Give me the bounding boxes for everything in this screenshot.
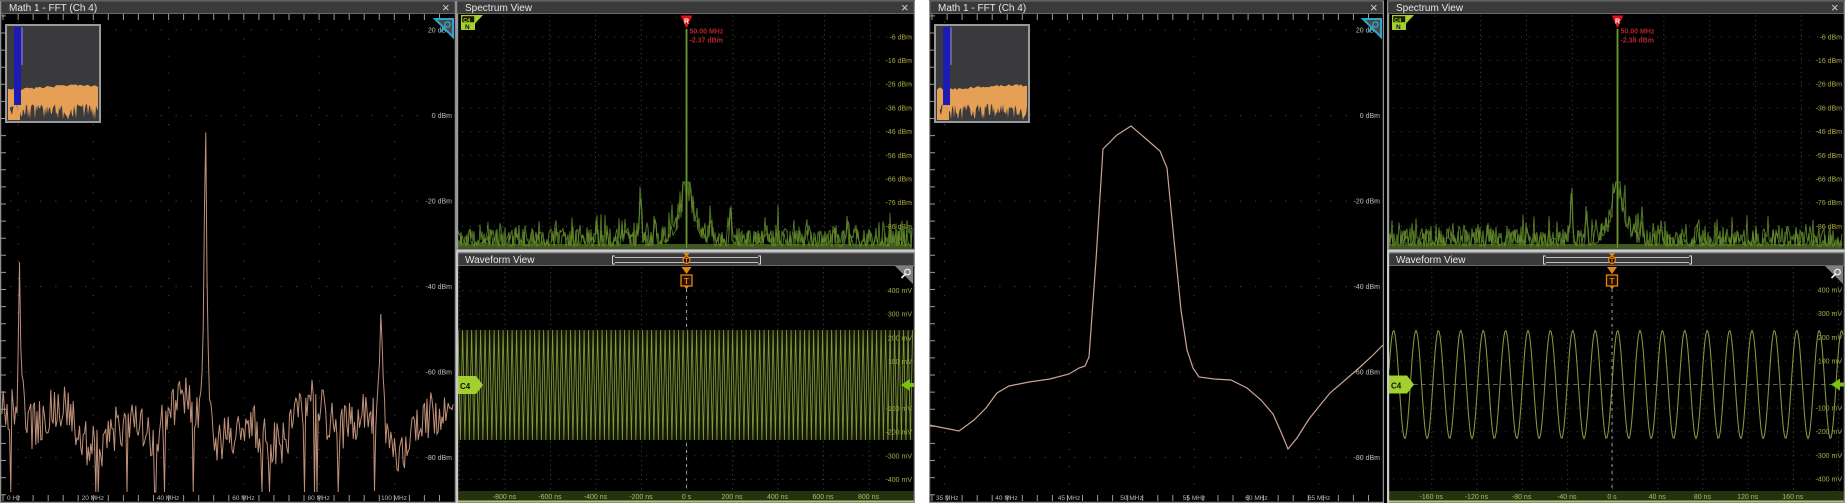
- svg-text:-80 ns: -80 ns: [1512, 494, 1532, 501]
- svg-text:R: R: [684, 19, 689, 26]
- svg-text:-300 mV: -300 mV: [886, 453, 913, 460]
- svg-text:-56 dBm: -56 dBm: [886, 153, 913, 160]
- svg-text:160 ns: 160 ns: [1782, 494, 1804, 501]
- svg-text:×: ×: [442, 0, 450, 15]
- svg-text:N: N: [1396, 24, 1401, 31]
- svg-text:200 ns: 200 ns: [721, 494, 743, 501]
- svg-text:-60 dBm: -60 dBm: [426, 370, 453, 377]
- svg-text:-80 dBm: -80 dBm: [1354, 455, 1381, 462]
- svg-text:40 MHz: 40 MHz: [995, 495, 1017, 502]
- svg-text:T: T: [685, 258, 689, 265]
- svg-text:T: T: [1610, 258, 1614, 265]
- svg-text:-76 dBm: -76 dBm: [886, 200, 913, 207]
- svg-text:T: T: [1610, 277, 1615, 286]
- svg-text:20 MHz: 20 MHz: [82, 495, 104, 502]
- svg-text:-400 mV: -400 mV: [886, 477, 913, 484]
- svg-text:-400 ns: -400 ns: [584, 494, 608, 501]
- svg-text:300 mV: 300 mV: [888, 312, 912, 319]
- svg-text:-26 dBm: -26 dBm: [1816, 82, 1843, 89]
- svg-text:Math 1 - FFT (Ch 4): Math 1 - FFT (Ch 4): [938, 3, 1026, 14]
- svg-text:800 ns: 800 ns: [858, 494, 880, 501]
- svg-text:40 ns: 40 ns: [1649, 494, 1667, 501]
- svg-text:R: R: [1615, 19, 1620, 26]
- svg-text:-100 mV: -100 mV: [1816, 406, 1843, 413]
- svg-text:-100 mV: -100 mV: [886, 406, 913, 413]
- svg-text:-20 dBm: -20 dBm: [426, 199, 453, 206]
- svg-text:60 MHz: 60 MHz: [232, 495, 254, 502]
- svg-text:-76 dBm: -76 dBm: [1816, 200, 1843, 207]
- svg-text:50.00 MHz: 50.00 MHz: [690, 29, 724, 36]
- svg-text:Spectrum View: Spectrum View: [465, 3, 533, 14]
- svg-text:55 MHz: 55 MHz: [1183, 495, 1205, 502]
- svg-text:400 mV: 400 mV: [1818, 288, 1842, 295]
- svg-text:-200 mV: -200 mV: [886, 430, 913, 437]
- svg-text:-56 dBm: -56 dBm: [1816, 153, 1843, 160]
- svg-text:60 MHz: 60 MHz: [1245, 495, 1267, 502]
- svg-text:Waveform View: Waveform View: [465, 255, 535, 266]
- svg-text:-600 ns: -600 ns: [538, 494, 562, 501]
- svg-text:-400 mV: -400 mV: [1816, 476, 1843, 483]
- svg-text:Math 1 - FFT (Ch 4): Math 1 - FFT (Ch 4): [9, 3, 97, 14]
- svg-text:×: ×: [901, 0, 909, 15]
- svg-text:Spectrum View: Spectrum View: [1396, 3, 1464, 14]
- svg-text:×: ×: [1831, 0, 1839, 15]
- svg-text:-6 dBm: -6 dBm: [1819, 34, 1842, 41]
- svg-text:50 MHz: 50 MHz: [1120, 495, 1142, 502]
- svg-text:100 MHz: 100 MHz: [381, 495, 407, 502]
- svg-text:-16 dBm: -16 dBm: [886, 58, 913, 65]
- svg-text:C4: C4: [1391, 382, 1402, 391]
- svg-text:C4: C4: [460, 382, 471, 391]
- svg-text:0 s: 0 s: [682, 494, 692, 501]
- svg-text:-60 dBm: -60 dBm: [1354, 370, 1381, 377]
- svg-text:-46 dBm: -46 dBm: [886, 129, 913, 136]
- svg-text:-6 dBm: -6 dBm: [889, 34, 912, 41]
- svg-text:-26 dBm: -26 dBm: [886, 82, 913, 89]
- svg-text:-40 dBm: -40 dBm: [1354, 284, 1381, 291]
- svg-text:0 dBm: 0 dBm: [1360, 113, 1380, 120]
- svg-text:-40 dBm: -40 dBm: [426, 284, 453, 291]
- svg-text:400 mV: 400 mV: [888, 288, 912, 295]
- svg-text:-120 ns: -120 ns: [1465, 494, 1489, 501]
- svg-text:-300 mV: -300 mV: [1816, 453, 1843, 460]
- svg-text:45 MHz: 45 MHz: [1058, 495, 1080, 502]
- svg-text:0 Hz: 0 Hz: [7, 495, 20, 502]
- svg-text:40 MHz: 40 MHz: [157, 495, 179, 502]
- svg-text:80 MHz: 80 MHz: [307, 495, 329, 502]
- svg-text:80 ns: 80 ns: [1694, 494, 1712, 501]
- svg-text:×: ×: [1370, 0, 1378, 15]
- svg-text:-2.37 dBm: -2.37 dBm: [690, 38, 723, 45]
- svg-text:Waveform View: Waveform View: [1396, 255, 1466, 266]
- svg-text:100 mV: 100 mV: [1818, 358, 1842, 365]
- svg-text:0 dBm: 0 dBm: [432, 113, 452, 120]
- svg-text:-66 dBm: -66 dBm: [886, 177, 913, 184]
- svg-text:N: N: [465, 24, 470, 31]
- svg-text:-40 ns: -40 ns: [1557, 494, 1577, 501]
- svg-text:T: T: [684, 277, 689, 286]
- svg-text:65 MHz: 65 MHz: [1308, 495, 1330, 502]
- svg-text:300 mV: 300 mV: [1818, 311, 1842, 318]
- svg-text:-160 ns: -160 ns: [1420, 494, 1444, 501]
- svg-text:-36 dBm: -36 dBm: [886, 105, 913, 112]
- svg-text:-80 dBm: -80 dBm: [426, 455, 453, 462]
- svg-text:-46 dBm: -46 dBm: [1816, 129, 1843, 136]
- svg-text:400 ns: 400 ns: [767, 494, 789, 501]
- svg-text:120 ns: 120 ns: [1737, 494, 1759, 501]
- svg-text:-800 ns: -800 ns: [493, 494, 517, 501]
- svg-text:-36 dBm: -36 dBm: [1816, 105, 1843, 112]
- svg-text:-20 dBm: -20 dBm: [1354, 199, 1381, 206]
- svg-text:-2.38 dBm: -2.38 dBm: [1621, 38, 1654, 45]
- svg-text:-66 dBm: -66 dBm: [1816, 177, 1843, 184]
- svg-text:-200 ns: -200 ns: [629, 494, 653, 501]
- svg-text:50.00 MHz: 50.00 MHz: [1621, 29, 1655, 36]
- svg-text:600 ns: 600 ns: [812, 494, 834, 501]
- svg-text:-16 dBm: -16 dBm: [1816, 58, 1843, 65]
- svg-text:35 MHz: 35 MHz: [936, 495, 958, 502]
- svg-text:0 s: 0 s: [1607, 494, 1617, 501]
